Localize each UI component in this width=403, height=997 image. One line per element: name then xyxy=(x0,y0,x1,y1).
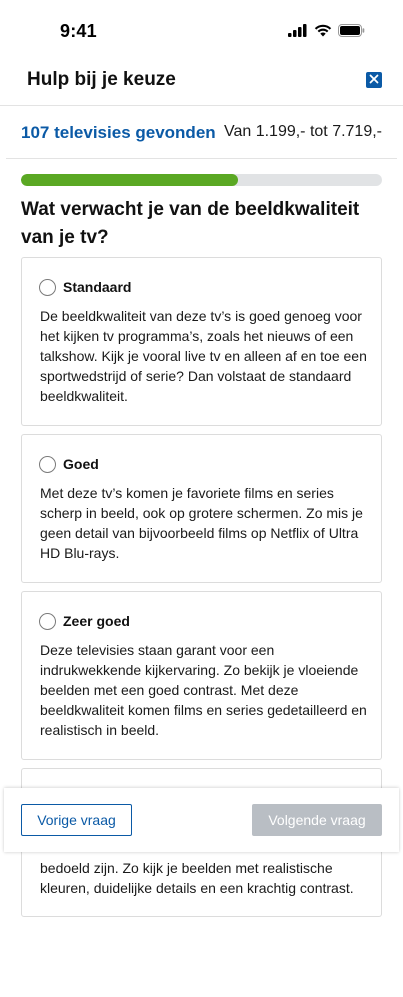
signal-icon xyxy=(288,24,308,42)
option-description: Met deze tv’s komen je favoriete films e… xyxy=(40,485,363,561)
battery-icon xyxy=(338,24,365,42)
question-title: Wat verwacht je van de beeldkwaliteit va… xyxy=(21,199,360,248)
option-label: Standaard xyxy=(63,279,132,295)
option-description: Deze televisies staan garant voor een in… xyxy=(40,642,367,738)
option-description: bedoeld zijn. Zo kijk je beelden met rea… xyxy=(40,860,354,896)
results-summary: 107 televisies gevonden Van 1.199,- tot … xyxy=(6,106,397,159)
price-range: Van 1.199,- tot 7.719,- xyxy=(223,123,382,140)
wifi-icon xyxy=(314,24,332,42)
modal-header: Hulp bij je keuze xyxy=(0,60,403,106)
close-button[interactable] xyxy=(366,72,382,88)
progress-fill xyxy=(21,174,238,186)
radio-button[interactable] xyxy=(39,613,56,630)
option-label: Goed xyxy=(63,456,99,472)
previous-question-button[interactable]: Vorige vraag xyxy=(21,804,132,836)
status-time: 9:41 xyxy=(60,21,97,41)
page-title: Hulp bij je keuze xyxy=(27,69,176,90)
close-icon xyxy=(369,71,379,89)
radio-button[interactable] xyxy=(39,279,56,296)
progress-bar xyxy=(21,174,382,186)
radio-button[interactable] xyxy=(39,456,56,473)
option-label: Zeer goed xyxy=(63,613,130,629)
results-count[interactable]: 107 televisies gevonden xyxy=(21,123,216,143)
option-description: De beeldkwaliteit van deze tv’s is goed … xyxy=(40,308,367,404)
option-standaard[interactable]: Standaard De beeldkwaliteit van deze tv’… xyxy=(21,257,382,426)
status-icons xyxy=(288,24,365,42)
option-goed[interactable]: Goed Met deze tv’s komen je favoriete fi… xyxy=(21,434,382,583)
next-question-button[interactable]: Volgende vraag xyxy=(252,804,382,836)
question-navigation: Vorige vraag Volgende vraag xyxy=(4,788,399,852)
option-zeer-goed[interactable]: Zeer goed Deze televisies staan garant v… xyxy=(21,591,382,760)
status-bar: 9:41 xyxy=(0,0,403,60)
